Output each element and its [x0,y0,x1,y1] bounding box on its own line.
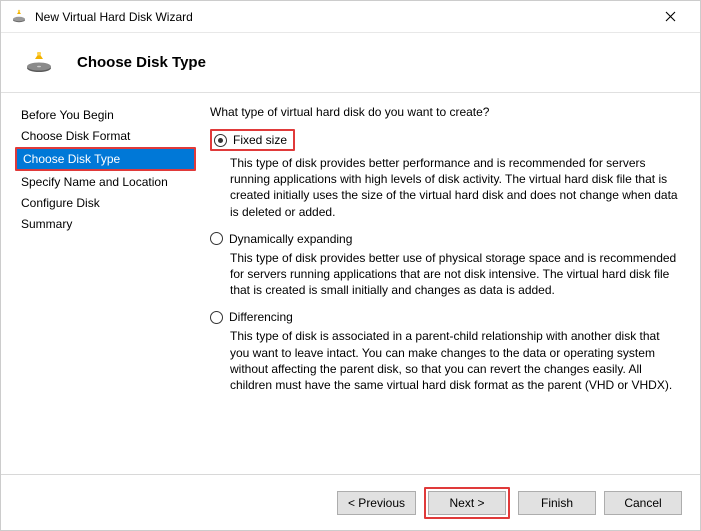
disk-type-option-0: Fixed size This type of disk provides bet… [210,129,678,220]
disk-type-option-2: Differencing This type of disk is associa… [210,310,678,393]
radio-row[interactable]: Differencing [210,310,678,324]
option-label: Differencing [229,310,293,324]
window-title: New Virtual Hard Disk Wizard [35,10,650,24]
option-label: Dynamically expanding [229,232,352,246]
disk-wizard-icon [25,52,53,74]
previous-button[interactable]: < Previous [337,491,416,515]
wizard-header: Choose Disk Type [1,33,700,93]
finish-button[interactable]: Finish [518,491,596,515]
wizard-steps-sidebar: Before You BeginChoose Disk FormatChoose… [1,93,196,473]
option-description: This type of disk provides better use of… [230,250,678,299]
option-label: Fixed size [233,133,287,147]
wizard-footer: < Previous Next > Finish Cancel [1,474,700,530]
option-description: This type of disk provides better perfor… [230,155,678,220]
titlebar: New Virtual Hard Disk Wizard [1,1,700,33]
radio-icon[interactable] [214,134,227,147]
page-title: Choose Disk Type [77,54,206,71]
content-question: What type of virtual hard disk do you wa… [210,105,678,119]
radio-icon[interactable] [210,311,223,324]
radio-row[interactable]: Fixed size [210,129,295,151]
close-button[interactable] [650,3,690,31]
app-icon [11,9,27,25]
sidebar-step-1[interactable]: Choose Disk Format [15,126,196,146]
option-description: This type of disk is associated in a par… [230,328,678,393]
close-icon [665,11,676,22]
radio-icon[interactable] [210,232,223,245]
sidebar-step-4[interactable]: Configure Disk [15,193,196,213]
sidebar-step-0[interactable]: Before You Begin [15,105,196,125]
next-button[interactable]: Next > [428,491,506,515]
cancel-button[interactable]: Cancel [604,491,682,515]
wizard-content: What type of virtual hard disk do you wa… [196,93,700,473]
sidebar-step-5[interactable]: Summary [15,214,196,234]
disk-type-option-1: Dynamically expanding This type of disk p… [210,232,678,299]
sidebar-step-3[interactable]: Specify Name and Location [15,172,196,192]
radio-row[interactable]: Dynamically expanding [210,232,678,246]
sidebar-step-2[interactable]: Choose Disk Type [15,147,196,171]
